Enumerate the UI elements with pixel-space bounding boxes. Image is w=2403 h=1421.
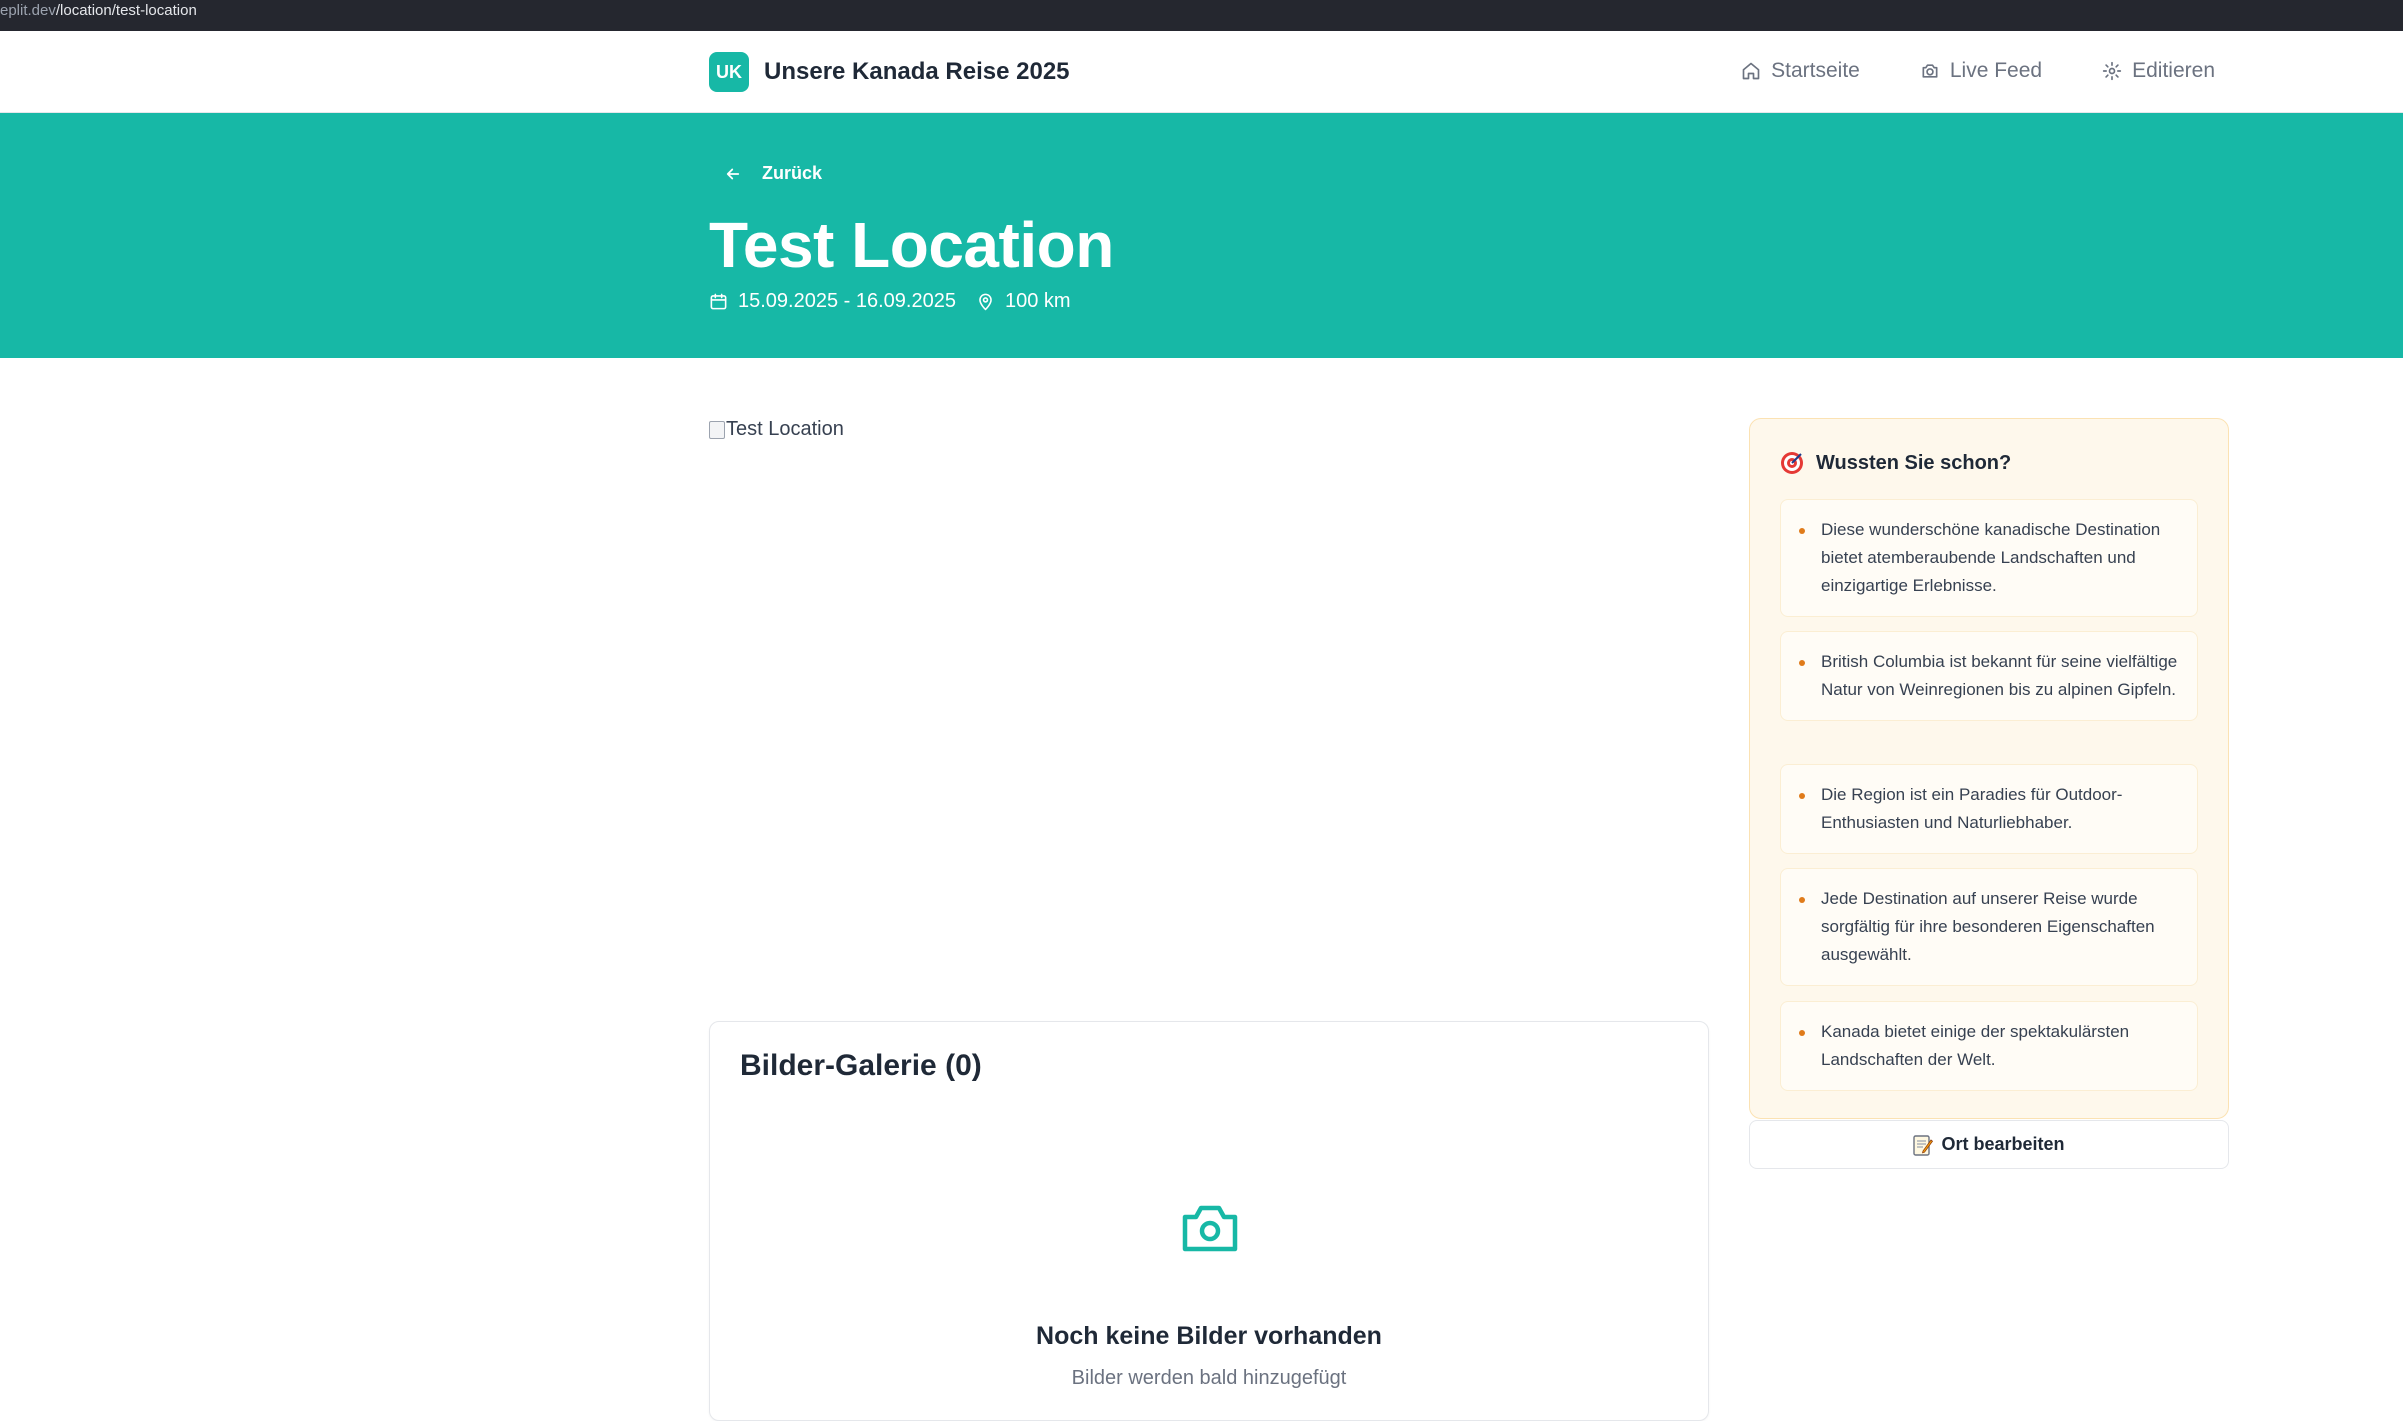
brand-link[interactable]: UK Unsere Kanada Reise 2025 [709, 52, 1070, 92]
memo-icon [1913, 1134, 1934, 1156]
fact-item: Kanada bietet einige der spektakulärsten… [1780, 1001, 2198, 1091]
broken-image-icon [709, 420, 725, 439]
top-nav: UK Unsere Kanada Reise 2025 Startseite L… [0, 31, 2403, 113]
edit-location-button[interactable]: Ort bearbeiten [1749, 1120, 2229, 1169]
fact-text: British Columbia ist bekannt für seine v… [1821, 652, 2178, 699]
back-label: Zurück [762, 163, 823, 183]
date-range: 15.09.2025 - 16.09.2025 [709, 290, 956, 313]
home-icon [1742, 62, 1760, 80]
gallery-empty-title: Noch keine Bilder vorhanden [1036, 1322, 1382, 1350]
fact-text: Jede Destination auf unserer Reise wurde… [1821, 889, 2155, 964]
facts-title: Wussten Sie schon? [1816, 451, 2012, 474]
distance: 100 km [976, 290, 1071, 313]
url-path: /location/test-location [55, 2, 197, 19]
location-image: Test Location [709, 418, 844, 441]
fact-item: Die Region ist ein Paradies für Outdoor-… [1780, 764, 2198, 854]
camera-icon [1182, 1205, 1238, 1252]
edit-location-label: Ort bearbeiten [1941, 1134, 2065, 1154]
nav-link-label: Live Feed [1949, 59, 2043, 82]
fact-text: Die Region ist ein Paradies für Outdoor-… [1821, 785, 2123, 832]
location-hero: Zurück Test Location 15.09.2025 - 16.09.… [0, 113, 2403, 358]
nav-link-label: Startseite [1771, 59, 1860, 82]
facts-header: Wussten Sie schon? [1780, 451, 2011, 475]
nav-link-editieren[interactable]: Editieren [2102, 59, 2215, 83]
fact-text: Diese wunderschöne kanadische Destinatio… [1821, 520, 2161, 595]
date-range-text: 15.09.2025 - 16.09.2025 [738, 290, 956, 312]
gallery-empty-subtitle: Bilder werden bald hinzugefügt [1071, 1367, 1347, 1389]
nav-link-label: Editieren [2132, 59, 2215, 82]
browser-url-bar[interactable]: eplit.dev/location/test-location [0, 0, 2403, 31]
bullet [1799, 528, 1805, 534]
brand-badge: UK [709, 52, 749, 92]
camera-icon [1922, 64, 1938, 78]
brand-title: Unsere Kanada Reise 2025 [764, 58, 1070, 85]
bullet [1799, 660, 1805, 666]
location-image-alt: Test Location [726, 418, 844, 440]
nav-link-live-feed[interactable]: Live Feed [1920, 59, 2042, 83]
nav-links: Startseite Live Feed Editieren [1741, 59, 2215, 83]
fact-item: Jede Destination auf unserer Reise wurde… [1780, 868, 2198, 986]
map-pin-icon [979, 293, 992, 311]
nav-link-startseite[interactable]: Startseite [1741, 59, 1860, 83]
facts-panel: Wussten Sie schon? Diese wunderschöne ka… [1749, 418, 2229, 1119]
url-domain: eplit.dev [0, 2, 56, 19]
page-title: Test Location [709, 209, 1114, 281]
bullet [1799, 897, 1805, 903]
fact-item: British Columbia ist bekannt für seine v… [1780, 631, 2198, 721]
image-gallery: Bilder-Galerie (0) Noch keine Bilder vor… [709, 1021, 1709, 1421]
location-meta: 15.09.2025 - 16.09.2025 100 km [709, 290, 1091, 313]
gear-icon [2102, 61, 2122, 81]
calendar-icon [710, 293, 727, 310]
gallery-title: Bilder-Galerie (0) [740, 1049, 982, 1082]
back-link[interactable]: Zurück [724, 163, 822, 184]
fact-item: Diese wunderschöne kanadische Destinatio… [1780, 499, 2198, 617]
distance-text: 100 km [1004, 290, 1071, 312]
bullet [1799, 793, 1805, 799]
arrow-left-icon [726, 168, 740, 179]
target-icon [1781, 452, 1803, 474]
fact-text: Kanada bietet einige der spektakulärsten… [1821, 1022, 2130, 1069]
bullet [1799, 1030, 1805, 1036]
